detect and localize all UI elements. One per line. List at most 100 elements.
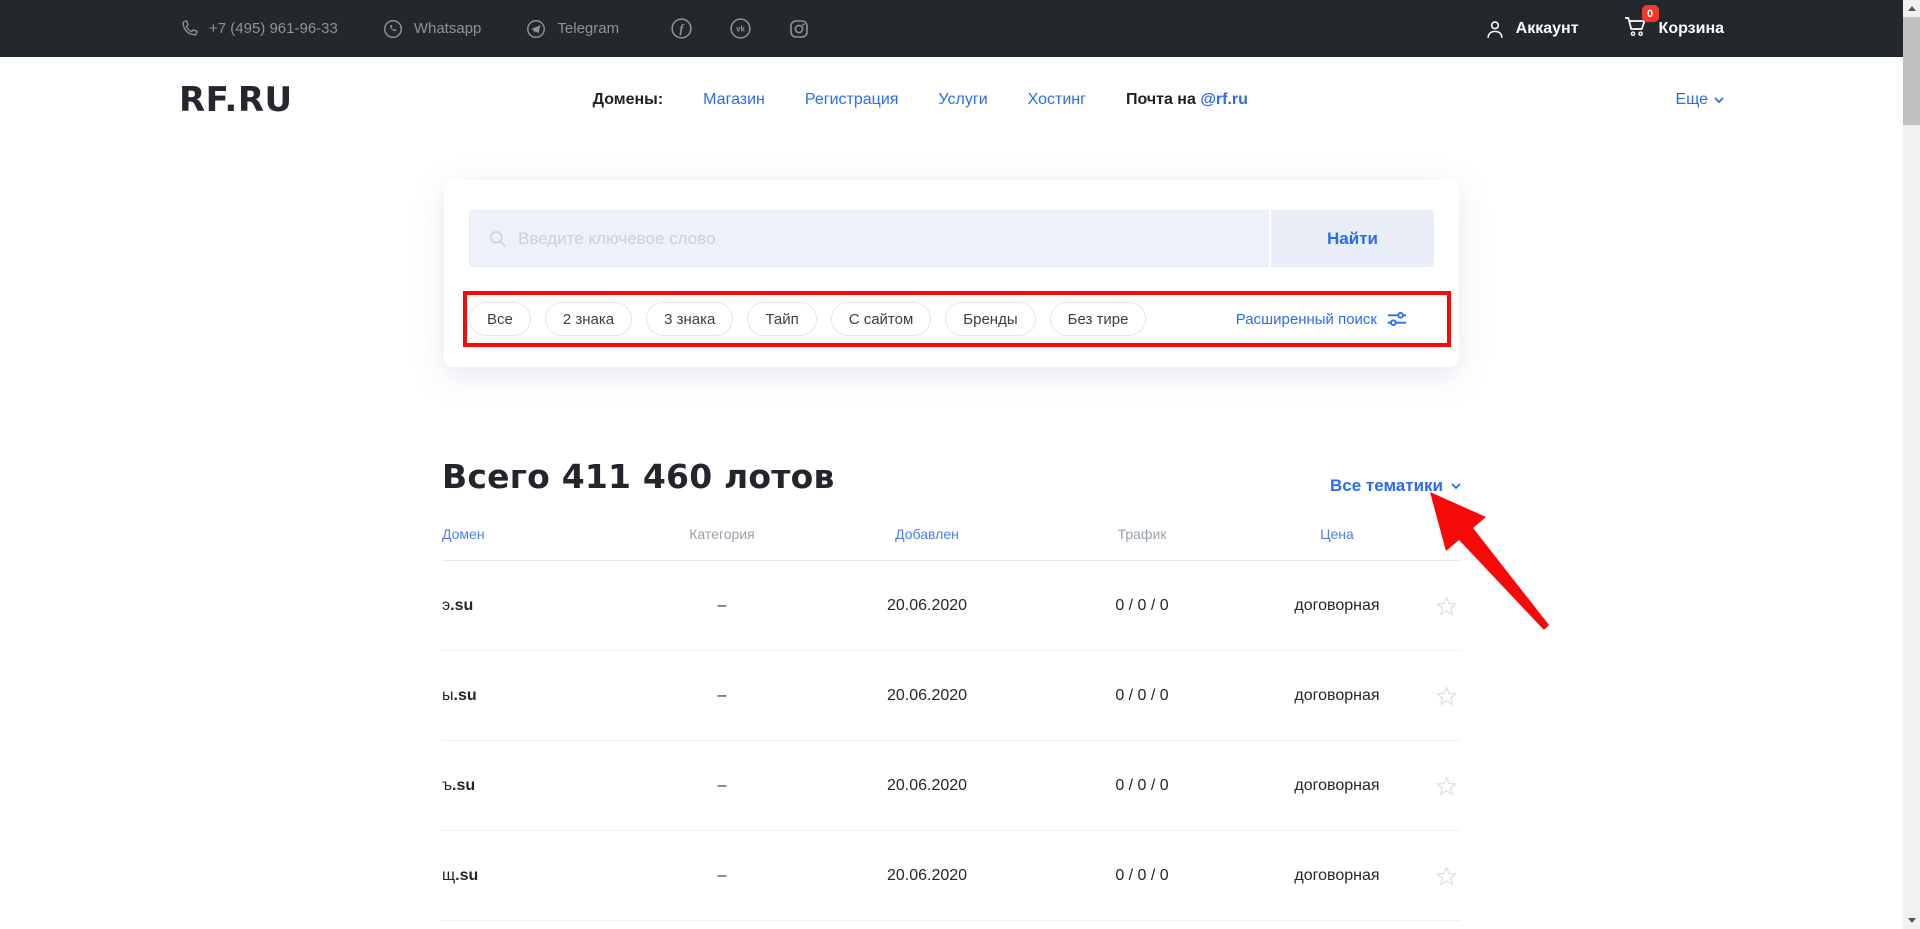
column-header: Категория — [632, 526, 812, 542]
account-icon — [1484, 18, 1506, 40]
added-date-cell: 20.06.2020 — [812, 597, 1042, 615]
nav-link[interactable]: Услуги — [938, 91, 987, 109]
phone-link[interactable]: +7 (495) 961-96-33 — [179, 19, 338, 39]
vk-icon[interactable]: vk — [728, 16, 753, 41]
scrollbar-thumb[interactable] — [1903, 17, 1920, 125]
svg-text:vk: vk — [736, 25, 745, 34]
table-row[interactable]: э.su – 20.06.2020 0 / 0 / 0 договорная — [442, 561, 1461, 651]
table-row[interactable]: ъ.su – 20.06.2020 0 / 0 / 0 договорная — [442, 741, 1461, 831]
column-header: Добавлен — [812, 526, 1042, 542]
scrollbar-down-button[interactable] — [1903, 912, 1920, 929]
price-cell: договорная — [1242, 867, 1432, 885]
telegram-label[interactable]: Telegram — [557, 20, 619, 37]
table-header-row: ДоменКатегорияДобавленТрафикЦена — [442, 526, 1461, 561]
added-date-cell: 20.06.2020 — [812, 687, 1042, 705]
filter-chip[interactable]: 3 знака — [646, 302, 733, 336]
table-row[interactable]: щ.su – 20.06.2020 0 / 0 / 0 договорная — [442, 831, 1461, 921]
topics-label[interactable]: Все тематики — [1330, 476, 1443, 496]
domain-name[interactable]: ъ.su — [442, 777, 632, 795]
svg-text:f: f — [680, 22, 686, 36]
domains-table: э.su – 20.06.2020 0 / 0 / 0 договорная ы… — [442, 561, 1461, 921]
favorite-button[interactable] — [1432, 775, 1461, 797]
column-header: Домен — [442, 526, 632, 542]
advanced-search-button[interactable]: Расширенный поиск — [1236, 310, 1408, 328]
lots-total-title: Всего 411 460 лотов — [442, 457, 835, 496]
domains-label: Домены: — [593, 91, 664, 109]
telegram-icon — [525, 18, 547, 40]
page: +7 (495) 961-96-33 Whatsapp Telegram f v… — [0, 0, 1903, 929]
main-nav: Домены: МагазинРегистрацияУслугиХостинг … — [593, 91, 1248, 109]
site-logo[interactable]: RF.RU — [179, 80, 293, 120]
traffic-cell: 0 / 0 / 0 — [1042, 687, 1242, 705]
added-date-cell: 20.06.2020 — [812, 867, 1042, 885]
star-icon — [1435, 595, 1458, 617]
star-icon — [1435, 775, 1458, 797]
cart-count-badge: 0 — [1642, 5, 1659, 22]
chevron-down-icon — [1714, 97, 1724, 104]
filter-chip[interactable]: С сайтом — [831, 302, 932, 336]
topbar-user-area: Аккаунт 0 Корзина — [1484, 14, 1724, 43]
added-date-cell: 20.06.2020 — [812, 777, 1042, 795]
cart-button[interactable]: 0 Корзина — [1623, 14, 1724, 43]
cart-label[interactable]: Корзина — [1659, 20, 1724, 38]
column-header: Трафик — [1042, 526, 1242, 542]
filter-chips-row: Все 2 знака 3 знака Тайп С сайтом Бренды Без т… — [469, 302, 1434, 336]
filter-chip[interactable]: 2 знака — [545, 302, 632, 336]
search-submit-button[interactable]: Найти — [1269, 210, 1434, 267]
search-card: Найти Все 2 знака 3 знака Тайп С сайтом Бренд… — [444, 180, 1459, 367]
price-cell: договорная — [1242, 687, 1432, 705]
topbar: +7 (495) 961-96-33 Whatsapp Telegram f v… — [0, 0, 1903, 57]
nav-link[interactable]: Магазин — [703, 91, 765, 109]
mail-link[interactable]: @rf.ru — [1200, 91, 1248, 108]
domain-name[interactable]: ы.su — [442, 687, 632, 705]
topics-dropdown[interactable]: Все тематики — [1330, 476, 1461, 496]
scrollbar-up-button[interactable] — [1903, 0, 1920, 17]
category-cell: – — [632, 777, 812, 795]
category-cell: – — [632, 687, 812, 705]
account-button[interactable]: Аккаунт — [1484, 18, 1579, 40]
account-label[interactable]: Аккаунт — [1516, 20, 1579, 38]
favorite-button[interactable] — [1432, 595, 1461, 617]
phone-icon — [179, 19, 199, 39]
mail-prefix: Почта на — [1126, 91, 1196, 108]
phone-number[interactable]: +7 (495) 961-96-33 — [209, 20, 338, 37]
filter-chip[interactable]: Без тире — [1050, 302, 1147, 336]
domain-name[interactable]: э.su — [442, 597, 632, 615]
mail-nav-item: Почта на @rf.ru — [1126, 91, 1248, 109]
price-cell: договорная — [1242, 777, 1432, 795]
favorite-button[interactable] — [1432, 685, 1461, 707]
more-menu-button[interactable]: Еще — [1675, 91, 1724, 109]
advanced-search-label[interactable]: Расширенный поиск — [1236, 311, 1377, 328]
chevron-down-icon — [1451, 483, 1461, 490]
traffic-cell: 0 / 0 / 0 — [1042, 777, 1242, 795]
traffic-cell: 0 / 0 / 0 — [1042, 867, 1242, 885]
scrollbar[interactable] — [1903, 0, 1920, 929]
star-icon — [1435, 685, 1458, 707]
telegram-link[interactable]: Telegram — [525, 18, 619, 40]
filter-chip[interactable]: Бренды — [945, 302, 1035, 336]
facebook-icon[interactable]: f — [669, 16, 694, 41]
more-label[interactable]: Еще — [1675, 91, 1708, 109]
search-input[interactable] — [518, 229, 1251, 249]
domain-name[interactable]: щ.su — [442, 867, 632, 885]
favorite-button[interactable] — [1432, 865, 1461, 887]
price-cell: договорная — [1242, 597, 1432, 615]
filter-chip[interactable]: Тайп — [747, 302, 816, 336]
category-cell: – — [632, 867, 812, 885]
table-row[interactable]: ы.su – 20.06.2020 0 / 0 / 0 договорная — [442, 651, 1461, 741]
instagram-icon[interactable] — [787, 17, 811, 41]
site-header: RF.RU Домены: Магазин Регистрация Услуги Хо… — [0, 57, 1903, 143]
topbar-contacts: +7 (495) 961-96-33 Whatsapp Telegram f v… — [179, 16, 811, 41]
nav-link[interactable]: Регистрация — [805, 91, 899, 109]
whatsapp-icon — [382, 18, 404, 40]
column-header: Цена — [1242, 526, 1432, 542]
whatsapp-label[interactable]: Whatsapp — [414, 20, 482, 37]
whatsapp-link[interactable]: Whatsapp — [382, 18, 482, 40]
search-icon — [488, 229, 508, 249]
nav-link[interactable]: Хостинг — [1028, 91, 1086, 109]
filter-chip[interactable]: Все — [469, 302, 531, 336]
social-icons: f vk — [669, 16, 811, 41]
star-icon — [1435, 865, 1458, 887]
category-cell: – — [632, 597, 812, 615]
search-field[interactable] — [469, 210, 1269, 267]
